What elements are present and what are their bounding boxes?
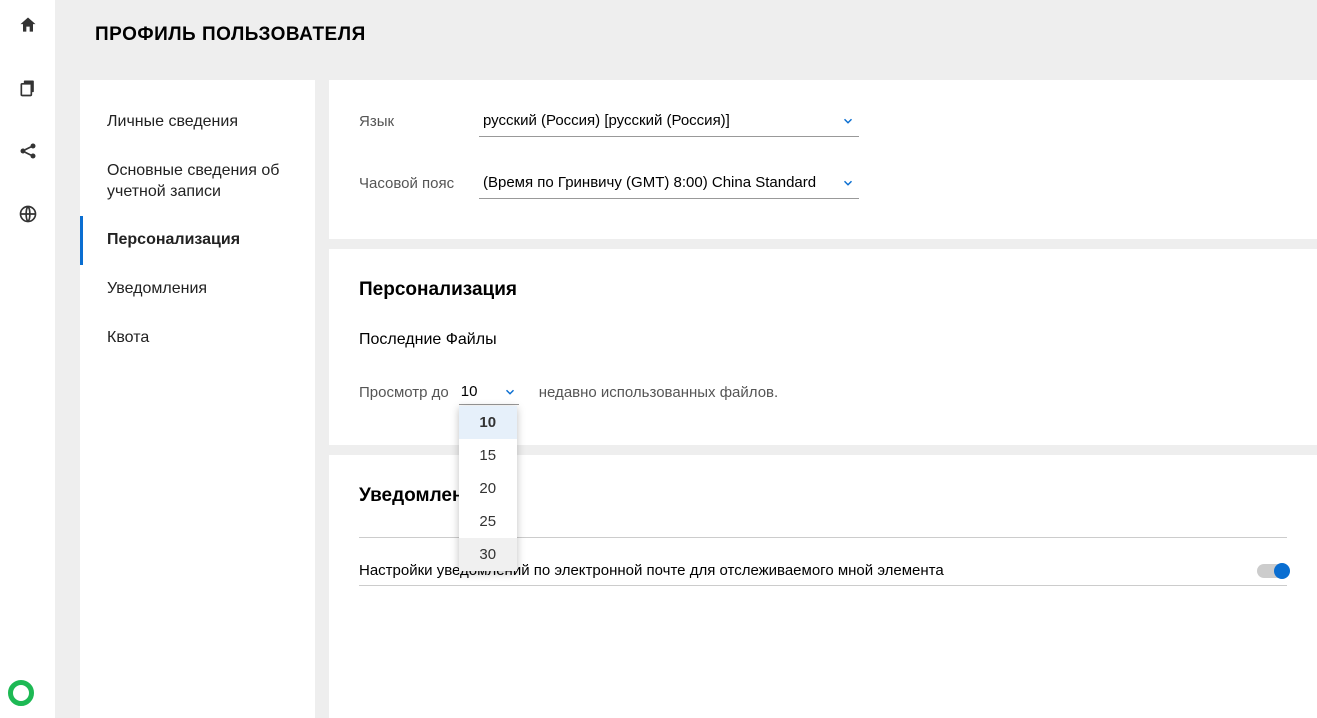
recent-files-count-select[interactable]: 10 (459, 379, 519, 405)
section-divider (329, 239, 1317, 249)
page-title: ПРОФИЛЬ ПОЛЬЗОВАТЕЛЯ (95, 24, 366, 46)
home-icon[interactable] (18, 15, 38, 40)
tab-notifications[interactable]: Уведомления (80, 265, 315, 314)
recent-files-dropdown: 10 15 20 25 30 (459, 406, 517, 571)
dropdown-option[interactable]: 10 (459, 406, 517, 439)
language-label: Язык (359, 113, 479, 130)
notification-toggle[interactable] (1257, 564, 1287, 578)
tab-personalization[interactable]: Персонализация (80, 216, 315, 265)
tab-account-info[interactable]: Основные сведения об учетной записи (80, 147, 315, 217)
timezone-value: (Время по Гринвичу (GMT) 8:00) China Sta… (483, 174, 835, 191)
tab-personal-info[interactable]: Личные сведения (80, 98, 315, 147)
timezone-label: Часовой пояс (359, 175, 479, 192)
recent-files-count-value: 10 (461, 383, 478, 400)
dropdown-option[interactable]: 15 (459, 439, 517, 472)
globe-icon[interactable] (18, 204, 38, 229)
language-select[interactable]: русский (Россия) [русский (Россия)] (479, 105, 859, 137)
chevron-down-icon (841, 176, 855, 190)
tab-quota[interactable]: Квота (80, 314, 315, 363)
copy-icon[interactable] (18, 78, 38, 103)
dropdown-option[interactable]: 25 (459, 505, 517, 538)
chevron-down-icon (503, 385, 517, 399)
main-panel: Язык русский (Россия) [русский (Россия)]… (329, 80, 1317, 718)
dropdown-option[interactable]: 20 (459, 472, 517, 505)
view-prefix: Просмотр до (359, 384, 449, 401)
toggle-knob (1274, 563, 1290, 579)
left-rail (0, 0, 55, 718)
view-suffix: недавно использованных файлов. (539, 384, 778, 401)
dropdown-option[interactable]: 30 (459, 538, 517, 571)
personalization-title: Персонализация (359, 279, 1287, 301)
profile-tabs: Личные сведения Основные сведения об уче… (80, 80, 315, 718)
language-value: русский (Россия) [русский (Россия)] (483, 112, 835, 129)
page-header: ПРОФИЛЬ ПОЛЬЗОВАТЕЛЯ (55, 0, 1317, 70)
chevron-down-icon (841, 114, 855, 128)
recent-files-heading: Последние Файлы (359, 331, 1287, 349)
share-icon[interactable] (18, 141, 38, 166)
timezone-select[interactable]: (Время по Гринвичу (GMT) 8:00) China Sta… (479, 167, 859, 199)
notification-setting-label: Настройки уведомлений по электронной поч… (359, 562, 944, 579)
status-indicator (8, 680, 34, 706)
